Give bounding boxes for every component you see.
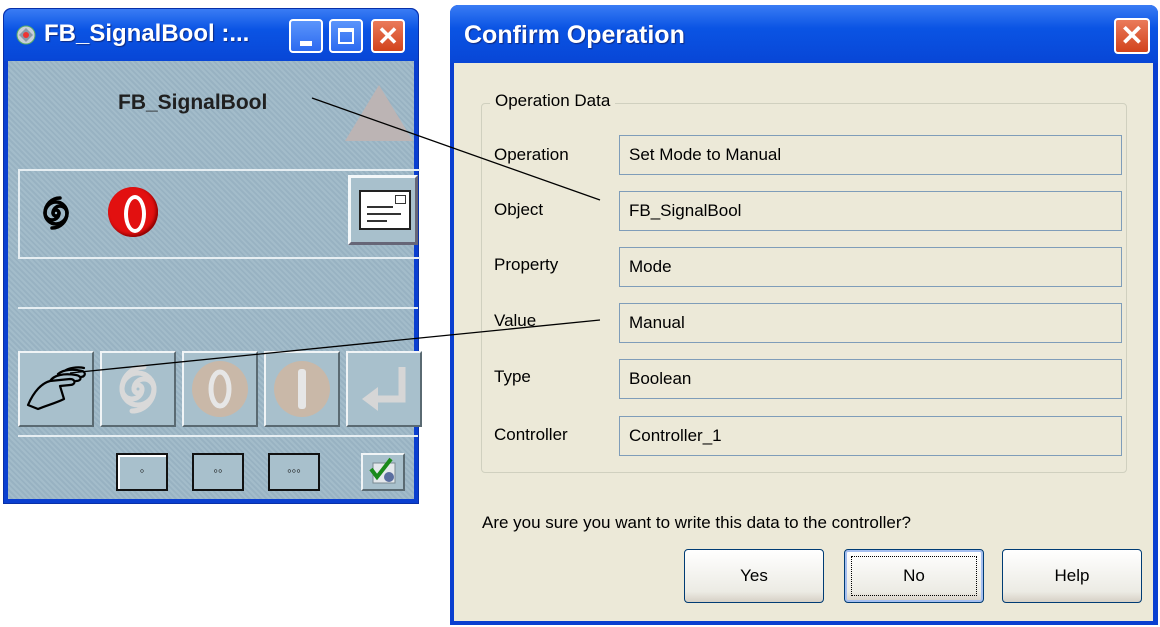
close-button[interactable]: ✕ <box>371 19 405 53</box>
minimize-button[interactable] <box>289 19 323 53</box>
dialog-close-button[interactable]: ✕ <box>1114 18 1150 54</box>
operation-field: Set Mode to Manual <box>619 135 1122 175</box>
level-3-button[interactable]: ◦◦◦ <box>268 453 320 491</box>
on-button[interactable] <box>264 351 340 427</box>
controller-label: Controller <box>494 425 568 444</box>
faceplate-window: FB_SignalBool :... ✕ FB_SignalBool ◦ ◦◦ … <box>3 8 422 504</box>
operation-toolbar <box>18 351 422 431</box>
object-label: Object <box>494 200 544 219</box>
level-2-button[interactable]: ◦◦ <box>192 453 244 491</box>
property-label: Property <box>494 255 559 274</box>
controller-field: Controller_1 <box>619 416 1122 456</box>
yes-button[interactable]: Yes <box>684 549 824 603</box>
dialog-body: Operation Data Operation Set Mode to Man… <box>454 63 1153 621</box>
confirm-operation-dialog: Confirm Operation ✕ Operation Data Opera… <box>450 5 1158 625</box>
value-field: Manual <box>619 303 1122 343</box>
no-button[interactable]: No <box>844 549 984 603</box>
message-button[interactable] <box>348 175 418 245</box>
maximize-icon <box>338 28 354 44</box>
manual-mode-button[interactable] <box>18 351 94 427</box>
status-bar <box>18 169 420 259</box>
faceplate-title: FB_SignalBool :... <box>44 20 250 47</box>
block-name: FB_SignalBool <box>118 91 268 114</box>
auto-swirl-icon <box>119 364 157 414</box>
divider <box>18 435 418 437</box>
type-field: Boolean <box>619 359 1122 399</box>
yes-button-label: Yes <box>740 566 768 585</box>
acknowledge-button[interactable] <box>361 453 405 491</box>
help-button-label: Help <box>1054 566 1090 585</box>
divider <box>18 307 418 309</box>
property-field: Mode <box>619 247 1122 287</box>
message-icon <box>359 190 411 230</box>
auto-mode-button[interactable] <box>100 351 176 427</box>
group-title: Operation Data <box>490 91 616 111</box>
enter-icon <box>362 367 406 411</box>
focus-rectangle <box>851 556 977 596</box>
minimize-icon <box>300 41 312 46</box>
on-icon <box>274 361 330 417</box>
close-icon: ✕ <box>1120 20 1144 51</box>
value-label: Value <box>494 311 537 330</box>
red-stop-icon <box>108 187 158 237</box>
enter-button[interactable] <box>346 351 422 427</box>
help-button[interactable]: Help <box>1002 549 1142 603</box>
faceplate-icon <box>16 25 36 45</box>
status-triangle-icon <box>345 85 413 141</box>
maximize-button[interactable] <box>329 19 363 53</box>
manual-hand-icon <box>26 366 86 411</box>
off-icon <box>192 361 248 417</box>
swirl-icon <box>43 196 69 230</box>
type-label: Type <box>494 367 531 386</box>
level-1-button[interactable]: ◦ <box>116 453 168 491</box>
operation-label: Operation <box>494 145 569 164</box>
checkmark-icon <box>369 457 396 484</box>
close-icon: ✕ <box>377 21 399 51</box>
faceplate-body: FB_SignalBool ◦ ◦◦ ◦◦◦ <box>8 61 422 499</box>
dialog-title: Confirm Operation <box>464 21 685 49</box>
dialog-titlebar[interactable]: Confirm Operation ✕ <box>450 5 1158 63</box>
object-field: FB_SignalBool <box>619 191 1122 231</box>
faceplate-titlebar[interactable]: FB_SignalBool :... ✕ <box>4 9 418 61</box>
off-button[interactable] <box>182 351 258 427</box>
confirm-question: Are you sure you want to write this data… <box>482 513 912 532</box>
